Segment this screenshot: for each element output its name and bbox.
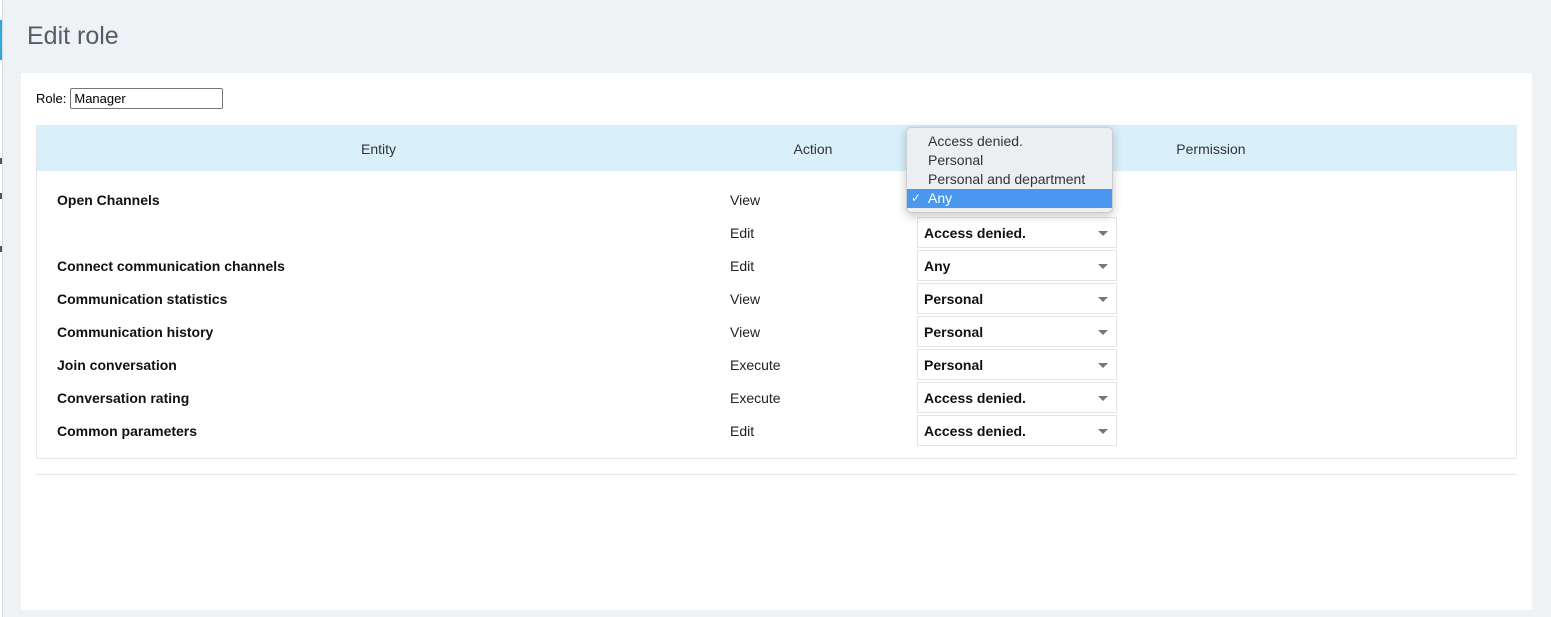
permission-select[interactable]: Any bbox=[917, 250, 1117, 281]
permission-value: Personal bbox=[924, 323, 984, 340]
option-label: Access denied. bbox=[928, 133, 1023, 149]
permission-value: Access denied. bbox=[924, 389, 1026, 406]
dropdown-option[interactable]: Personal bbox=[907, 151, 1112, 170]
permission-value: Any bbox=[924, 257, 951, 274]
permission-value: Access denied. bbox=[924, 224, 1026, 241]
sidebar-tick bbox=[0, 193, 2, 199]
entity-name: Open Channels bbox=[57, 191, 160, 208]
table-row: Connect communication channels Edit Any bbox=[37, 249, 1516, 282]
entity-name: Connect communication channels bbox=[57, 257, 285, 274]
chevron-down-icon bbox=[1098, 231, 1108, 236]
entity-name: Communication statistics bbox=[57, 290, 228, 307]
action-name: Execute bbox=[730, 356, 781, 373]
left-sidebar-edge bbox=[0, 0, 3, 617]
chevron-down-icon bbox=[1098, 363, 1108, 368]
header-action: Action bbox=[793, 140, 833, 157]
section-divider bbox=[36, 474, 1517, 475]
action-name: View bbox=[730, 290, 761, 307]
role-label: Role: bbox=[36, 91, 67, 106]
action-name: View bbox=[730, 191, 761, 208]
action-name: Edit bbox=[730, 257, 755, 274]
sidebar-accent bbox=[0, 20, 2, 60]
table-row: Join conversation Execute Personal bbox=[37, 348, 1516, 381]
permission-value: Personal bbox=[924, 290, 984, 307]
header-entity: Entity bbox=[361, 140, 397, 157]
permission-dropdown-menu: Access denied. Personal Personal and dep… bbox=[906, 127, 1113, 213]
permission-select[interactable]: Personal bbox=[917, 283, 1117, 314]
permission-select[interactable]: Access denied. bbox=[917, 217, 1117, 248]
table-row: Conversation rating Execute Access denie… bbox=[37, 381, 1516, 414]
chevron-down-icon bbox=[1098, 264, 1108, 269]
chevron-down-icon bbox=[1098, 297, 1108, 302]
dropdown-option-selected[interactable]: ✓ Any bbox=[907, 189, 1112, 208]
entity-name: Conversation rating bbox=[57, 389, 190, 406]
entity-name: Communication history bbox=[57, 323, 214, 340]
table-row: Communication statistics View Personal bbox=[37, 282, 1516, 315]
permission-select[interactable]: Personal bbox=[917, 316, 1117, 347]
entity-name: Common parameters bbox=[57, 422, 198, 439]
table-header: Entity Action Permission bbox=[37, 126, 1516, 171]
sidebar-tick bbox=[0, 246, 2, 252]
action-name: Edit bbox=[730, 422, 755, 439]
permission-select[interactable]: Access denied. bbox=[917, 382, 1117, 413]
page-title: Edit role bbox=[27, 22, 119, 50]
table-row: Common parameters Edit Access denied. bbox=[37, 414, 1516, 447]
dropdown-option[interactable]: Access denied. bbox=[907, 132, 1112, 151]
action-name: View bbox=[730, 323, 761, 340]
action-name: Edit bbox=[730, 224, 755, 241]
chevron-down-icon bbox=[1098, 429, 1108, 434]
role-name-input[interactable] bbox=[70, 88, 224, 109]
chevron-down-icon bbox=[1098, 330, 1108, 335]
permissions-table: Entity Action Permission Open Channels V… bbox=[36, 125, 1517, 459]
entity-name: Join conversation bbox=[57, 356, 177, 373]
permission-value: Access denied. bbox=[924, 422, 1026, 439]
checkmark-icon: ✓ bbox=[911, 191, 922, 205]
sidebar-tick bbox=[0, 158, 2, 164]
permission-select[interactable]: Personal bbox=[917, 349, 1117, 380]
option-label: Any bbox=[928, 190, 953, 206]
table-row: Open Channels View bbox=[37, 183, 1516, 216]
action-name: Execute bbox=[730, 389, 781, 406]
table-row: Communication history View Personal bbox=[37, 315, 1516, 348]
permission-value: Personal bbox=[924, 356, 984, 373]
table-row: Edit Access denied. bbox=[37, 216, 1516, 249]
dropdown-option[interactable]: Personal and department bbox=[907, 170, 1112, 189]
option-label: Personal bbox=[928, 152, 984, 168]
chevron-down-icon bbox=[1098, 396, 1108, 401]
option-label: Personal and department bbox=[928, 171, 1086, 187]
role-field-row: Role: bbox=[36, 88, 224, 109]
permission-select[interactable]: Access denied. bbox=[917, 415, 1117, 446]
edit-role-panel: Role: Entity Action Permission Open Chan… bbox=[21, 73, 1532, 610]
